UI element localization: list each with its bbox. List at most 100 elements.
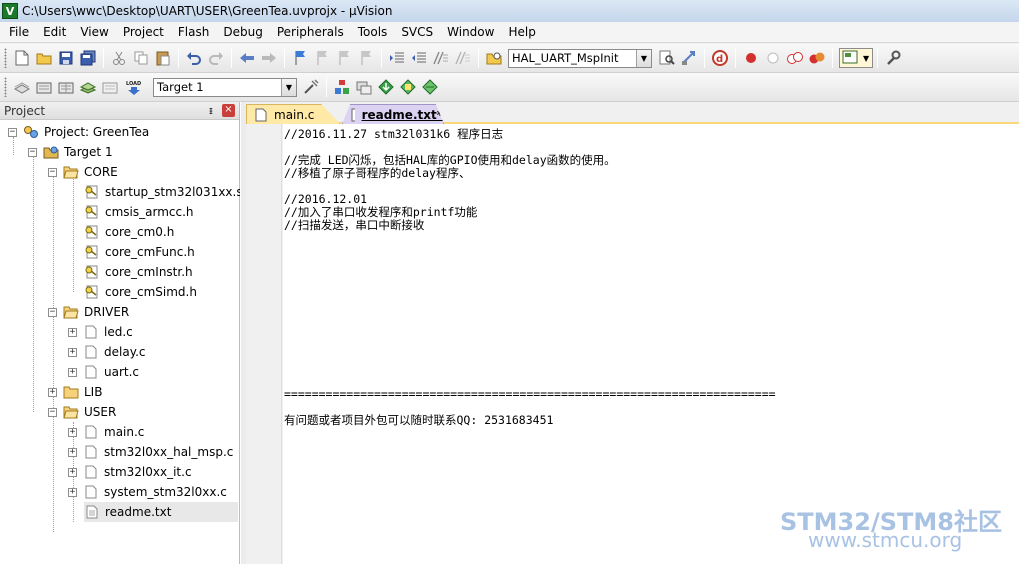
tree-file[interactable]: + stm32l0xx_hal_msp.c bbox=[68, 442, 233, 462]
expand-icon[interactable]: + bbox=[68, 487, 77, 497]
translate-icon[interactable] bbox=[12, 77, 32, 97]
collapse-icon[interactable]: − bbox=[48, 307, 57, 317]
open-folder-icon[interactable] bbox=[34, 48, 54, 68]
menu-edit[interactable]: Edit bbox=[36, 22, 73, 42]
menu-tools[interactable]: Tools bbox=[351, 22, 395, 42]
chevron-down-icon[interactable]: ▼ bbox=[281, 78, 296, 96]
tree-file[interactable]: + main.c bbox=[68, 422, 144, 442]
unindent-icon[interactable] bbox=[409, 48, 429, 68]
tree-project-root[interactable]: − Project: GreenTea bbox=[8, 122, 149, 142]
manage-project-items-icon[interactable] bbox=[332, 77, 352, 97]
code-editor[interactable]: //2016.11.27 stm32l031k6 程序日志 //完成 LED闪烁… bbox=[283, 124, 1019, 564]
menu-project[interactable]: Project bbox=[116, 22, 171, 42]
tree-group-user[interactable]: − USER bbox=[48, 402, 116, 422]
tree-file[interactable]: core_cmInstr.h bbox=[84, 262, 193, 282]
expand-icon[interactable]: + bbox=[68, 347, 77, 357]
close-icon[interactable]: × bbox=[222, 104, 235, 117]
kill-all-breakpoints-icon[interactable] bbox=[807, 48, 827, 68]
tree-file[interactable]: startup_stm32l031xx.s bbox=[84, 182, 243, 202]
tree-file[interactable]: cmsis_armcc.h bbox=[84, 202, 194, 222]
collapse-icon[interactable]: − bbox=[48, 167, 57, 177]
find-icon[interactable] bbox=[657, 48, 677, 68]
toolbar-grip[interactable] bbox=[4, 77, 7, 97]
menu-file[interactable]: File bbox=[2, 22, 36, 42]
pack-installer-icon[interactable] bbox=[376, 77, 396, 97]
menu-debug[interactable]: Debug bbox=[216, 22, 269, 42]
stop-build-icon[interactable] bbox=[100, 77, 120, 97]
redo-icon[interactable] bbox=[206, 48, 226, 68]
collapse-icon[interactable]: − bbox=[28, 147, 37, 157]
tree-group-driver[interactable]: − DRIVER bbox=[48, 302, 129, 322]
tree-file[interactable]: + uart.c bbox=[68, 362, 139, 382]
window-layout-dropdown[interactable]: ▼ bbox=[839, 48, 873, 68]
rte-icon[interactable] bbox=[420, 77, 440, 97]
target-options-icon[interactable] bbox=[301, 77, 321, 97]
indent-icon[interactable] bbox=[387, 48, 407, 68]
menu-window[interactable]: Window bbox=[440, 22, 501, 42]
expand-icon[interactable]: + bbox=[68, 467, 77, 477]
folder-icon bbox=[63, 386, 79, 399]
replace-icon[interactable] bbox=[679, 48, 699, 68]
file-toolbar: HAL_UART_MspInit ▼ d ▼ bbox=[0, 44, 1019, 73]
chevron-down-icon[interactable]: ▼ bbox=[636, 49, 651, 67]
expand-icon[interactable]: + bbox=[68, 367, 77, 377]
menu-help[interactable]: Help bbox=[501, 22, 542, 42]
function-combo[interactable]: HAL_UART_MspInit ▼ bbox=[508, 48, 652, 68]
copy-icon[interactable] bbox=[131, 48, 151, 68]
disable-breakpoint-icon[interactable] bbox=[763, 48, 783, 68]
navigate-back-icon[interactable] bbox=[237, 48, 257, 68]
manage-runtime-icon[interactable] bbox=[398, 77, 418, 97]
bookmark-icon[interactable] bbox=[290, 48, 310, 68]
collapse-icon[interactable]: − bbox=[8, 127, 17, 137]
menu-flash[interactable]: Flash bbox=[171, 22, 216, 42]
tab-main-c[interactable]: main.c bbox=[246, 104, 340, 124]
menu-view[interactable]: View bbox=[73, 22, 115, 42]
pin-icon[interactable]: ᵻ bbox=[209, 104, 213, 117]
tab-readme-txt[interactable]: readme.txt* bbox=[342, 104, 444, 124]
undo-icon[interactable] bbox=[184, 48, 204, 68]
tree-target[interactable]: − Target 1 bbox=[28, 142, 113, 162]
tree-file[interactable]: + delay.c bbox=[68, 342, 146, 362]
find-in-files-icon[interactable] bbox=[484, 48, 504, 68]
project-panel-header: Project ᵻ × bbox=[0, 102, 239, 120]
download-load-icon[interactable]: LOAD bbox=[122, 77, 146, 97]
debug-session-icon[interactable]: d bbox=[710, 48, 730, 68]
save-icon[interactable] bbox=[56, 48, 76, 68]
code-line: ========================================… bbox=[284, 387, 776, 401]
tree-group-core[interactable]: − CORE bbox=[48, 162, 118, 182]
paste-icon[interactable] bbox=[153, 48, 173, 68]
build-icon[interactable] bbox=[34, 77, 54, 97]
prev-bookmark-icon[interactable] bbox=[312, 48, 332, 68]
disable-all-breakpoints-icon[interactable] bbox=[785, 48, 805, 68]
tree-file[interactable]: core_cmFunc.h bbox=[84, 242, 195, 262]
comment-icon[interactable] bbox=[431, 48, 451, 68]
toolbar-grip[interactable] bbox=[4, 48, 7, 68]
clear-bookmarks-icon[interactable] bbox=[356, 48, 376, 68]
uncomment-icon[interactable] bbox=[453, 48, 473, 68]
save-all-icon[interactable] bbox=[78, 48, 98, 68]
tree-group-lib[interactable]: + LIB bbox=[48, 382, 102, 402]
batch-build-icon[interactable] bbox=[78, 77, 98, 97]
rebuild-icon[interactable] bbox=[56, 77, 76, 97]
expand-icon[interactable]: + bbox=[68, 427, 77, 437]
new-file-icon[interactable] bbox=[12, 48, 32, 68]
tree-file[interactable]: + stm32l0xx_it.c bbox=[68, 462, 192, 482]
collapse-icon[interactable]: − bbox=[48, 407, 57, 417]
breakpoint-icon[interactable] bbox=[741, 48, 761, 68]
tree-file[interactable]: core_cmSimd.h bbox=[84, 282, 197, 302]
tree-file-selected[interactable]: readme.txt bbox=[84, 502, 238, 522]
navigate-forward-icon[interactable] bbox=[259, 48, 279, 68]
menu-peripherals[interactable]: Peripherals bbox=[270, 22, 351, 42]
next-bookmark-icon[interactable] bbox=[334, 48, 354, 68]
cut-icon[interactable] bbox=[109, 48, 129, 68]
select-packs-icon[interactable] bbox=[354, 77, 374, 97]
tree-file[interactable]: core_cm0.h bbox=[84, 222, 174, 242]
expand-icon[interactable]: + bbox=[48, 387, 57, 397]
menu-svcs[interactable]: SVCS bbox=[394, 22, 440, 42]
tree-file[interactable]: + system_stm32l0xx.c bbox=[68, 482, 227, 502]
configure-wrench-icon[interactable] bbox=[883, 48, 903, 68]
expand-icon[interactable]: + bbox=[68, 327, 77, 337]
target-combo[interactable]: Target 1 ▼ bbox=[153, 77, 297, 97]
tree-file[interactable]: + led.c bbox=[68, 322, 133, 342]
expand-icon[interactable]: + bbox=[68, 447, 77, 457]
